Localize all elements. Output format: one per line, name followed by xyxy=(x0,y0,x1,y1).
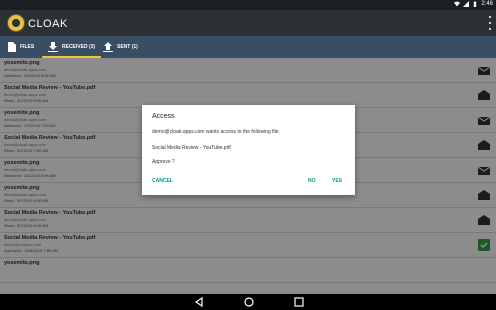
wifi-icon xyxy=(454,1,461,7)
no-button[interactable]: NO xyxy=(308,178,316,184)
back-icon[interactable] xyxy=(193,296,205,308)
access-dialog: Access demo@cloak-apps.com wants access … xyxy=(142,105,355,195)
navigation-bar xyxy=(0,294,496,310)
app-title: CLOAK xyxy=(28,18,68,30)
overflow-menu-icon[interactable] xyxy=(488,16,492,30)
recents-icon[interactable] xyxy=(293,296,305,308)
tab-received-label: RECEIVED (3) xyxy=(62,44,96,50)
file-icon xyxy=(8,42,16,52)
tab-sent-label: SENT (1) xyxy=(117,44,138,50)
dialog-title: Access xyxy=(152,113,175,120)
status-time: 2:46 xyxy=(481,1,493,7)
tab-received[interactable]: RECEIVED (3) xyxy=(42,36,102,58)
upload-icon xyxy=(103,42,113,52)
home-icon[interactable] xyxy=(243,296,255,308)
signal-icon xyxy=(463,1,470,7)
app-bar: CLOAK xyxy=(0,10,496,36)
tab-bar: FILES RECEIVED (3) SENT (1) xyxy=(0,36,496,58)
status-bar: 2:46 xyxy=(0,0,496,10)
battery-icon xyxy=(474,1,477,7)
tab-sent[interactable]: SENT (1) xyxy=(103,36,138,58)
cloak-logo-icon xyxy=(7,14,25,32)
cancel-button[interactable]: CANCEL xyxy=(152,178,173,184)
download-icon xyxy=(48,42,58,52)
dialog-message: demo@cloak-apps.com wants access to the … xyxy=(152,129,280,135)
dialog-prompt: Approve ? xyxy=(152,159,175,165)
tab-files-label: FILES xyxy=(20,44,35,50)
yes-button[interactable]: YES xyxy=(332,178,342,184)
dialog-file-name: Social Media Review - YouTube.pdf xyxy=(152,145,231,151)
tab-files[interactable]: FILES xyxy=(8,36,34,58)
